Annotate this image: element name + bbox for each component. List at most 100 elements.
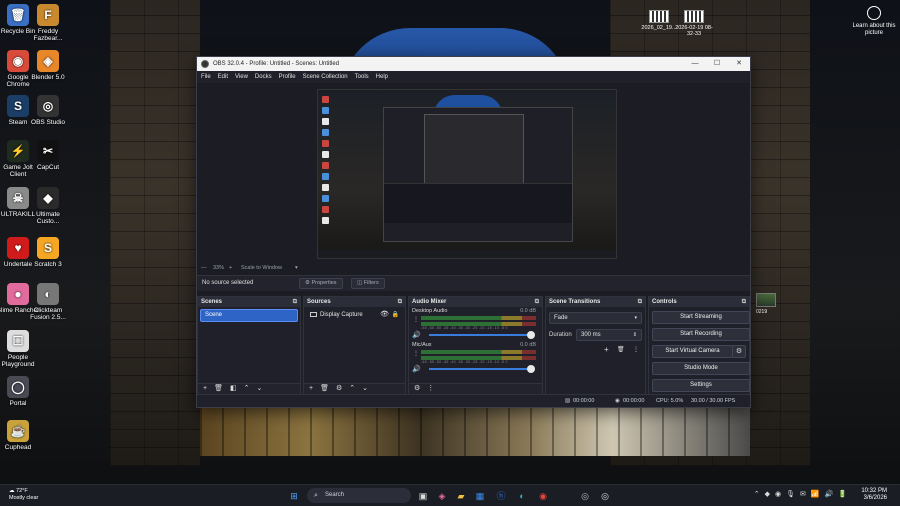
menu-help[interactable]: Help <box>376 71 388 83</box>
desktop-icon-label: People Playground <box>1 354 35 368</box>
filter-icon[interactable]: ◧ <box>230 384 237 394</box>
remove-transition-button[interactable]: 🗑 <box>617 346 625 353</box>
remove-source-button[interactable]: 🗑 <box>320 384 329 394</box>
gear-icon[interactable]: ⚙ <box>732 345 746 358</box>
desktop-icon[interactable]: ◎ OBS Studio <box>26 95 70 126</box>
move-down-button[interactable]: ⌄ <box>256 384 262 394</box>
sources-title: Sources <box>307 299 331 305</box>
start-streaming-button[interactable]: Start Streaming <box>652 311 750 324</box>
task-view-icon[interactable]: ▣ <box>416 489 430 503</box>
move-up-button[interactable]: ⌃ <box>349 384 355 394</box>
undock-icon[interactable]: ⧉ <box>535 297 539 307</box>
wallpaper-floor <box>200 408 750 456</box>
windows-start-icon[interactable]: ⊞ <box>287 489 301 503</box>
advanced-audio-icon[interactable]: ⚙ <box>414 384 420 394</box>
app-icon: ◐ <box>37 283 59 305</box>
obs-active-taskbar-icon[interactable]: ◎ <box>598 489 612 503</box>
start-recording-button[interactable]: Start Recording <box>652 328 750 341</box>
desktop-icon[interactable]: F Freddy Fazbear... <box>26 4 70 42</box>
learn-about-picture[interactable]: Learn about this picture <box>852 6 896 37</box>
copilot-icon[interactable]: ◈ <box>435 489 449 503</box>
properties-button[interactable]: ⚙ Properties <box>299 278 343 289</box>
clock[interactable]: 10:32 PM 3/6/2026 <box>861 488 887 502</box>
undock-icon[interactable]: ⧉ <box>398 297 402 307</box>
system-tray[interactable]: ⌃◆◉🎙✉📶🔊🔋 <box>754 490 852 498</box>
source-label: Display Capture <box>320 312 363 318</box>
filters-button[interactable]: ◫ Filters <box>351 278 385 289</box>
wallpaper-wall-left <box>110 0 200 466</box>
chrome-icon[interactable]: ◉ <box>536 489 550 503</box>
desktop-icon[interactable]: ◈ Blender 5.0 <box>26 50 70 81</box>
volume-meter <box>421 316 536 320</box>
settings-button[interactable]: Settings <box>652 379 750 392</box>
menu-edit[interactable]: Edit <box>218 71 228 83</box>
slider-knob[interactable] <box>527 365 535 373</box>
speaker-icon[interactable]: 🔊 <box>412 365 421 373</box>
scene-list-item[interactable]: Scene <box>200 309 298 322</box>
move-up-button[interactable]: ⌃ <box>244 384 250 394</box>
zoom-in-button[interactable]: + <box>229 263 232 273</box>
menu-docks[interactable]: Docks <box>255 71 272 83</box>
kebab-menu-icon[interactable]: ⋮ <box>427 384 434 394</box>
minimize-button[interactable]: — <box>684 57 706 71</box>
transition-select[interactable]: Fade ▾ <box>549 312 642 324</box>
desktop-icon[interactable]: S Scratch 3 <box>26 237 70 268</box>
add-transition-button[interactable]: + <box>604 345 609 354</box>
gear-icon[interactable]: ⚙ <box>336 384 342 394</box>
remove-scene-button[interactable]: 🗑 <box>214 384 223 394</box>
store-icon[interactable]: ▦ <box>473 489 487 503</box>
kebab-menu-icon[interactable]: ⋮ <box>413 350 419 357</box>
menu-file[interactable]: File <box>201 71 211 83</box>
obs-titlebar[interactable]: OBS 32.0.4 - Profile: Untitled - Scenes:… <box>197 57 750 71</box>
eye-icon[interactable]: 👁 <box>380 309 389 321</box>
undock-icon[interactable]: ⧉ <box>293 297 297 307</box>
start-virtual-camera-button[interactable]: Start Virtual Camera <box>652 345 733 358</box>
menu-tools[interactable]: Tools <box>355 71 369 83</box>
kebab-menu-icon[interactable]: ⋮ <box>633 346 639 353</box>
desktop-icon[interactable]: ☕ Cuphead <box>0 420 40 451</box>
menu-profile[interactable]: Profile <box>279 71 296 83</box>
record-status-icon: ◉ <box>615 398 620 404</box>
studio-mode-button[interactable]: Studio Mode <box>652 362 750 375</box>
kebab-menu-icon[interactable]: ⋮ <box>413 316 419 323</box>
volume-slider[interactable] <box>429 331 535 339</box>
edge-icon[interactable]: ◐ <box>515 489 529 503</box>
file-label: 2026-02-19 08-32-33 <box>675 25 713 37</box>
chevron-down-icon[interactable]: ▾ <box>295 263 298 273</box>
close-button[interactable]: ✕ <box>728 57 750 71</box>
stepper-icon[interactable]: ⇕ <box>633 330 637 340</box>
speaker-icon[interactable]: 🔊 <box>412 331 421 339</box>
desktop-icon[interactable]: ◆ Ultimate Custo... <box>26 187 70 225</box>
desktop-thumbnail[interactable] <box>756 293 776 307</box>
undock-icon[interactable]: ⧉ <box>638 297 642 307</box>
no-source-label: No source selected <box>202 280 254 286</box>
desktop-icon[interactable]: ◐ Clickteam Fusion 2.5... <box>26 283 70 321</box>
hp-icon[interactable]: ⓗ <box>494 489 508 503</box>
desktop-file-thumbnail[interactable]: 2026_02_19... <box>640 10 678 31</box>
desktop-icon[interactable]: ✂ CapCut <box>26 140 70 171</box>
desktop-icon[interactable]: ☐ People Playground <box>0 330 40 368</box>
duration-field[interactable]: 300 ms ⇕ <box>576 329 642 341</box>
add-scene-button[interactable]: + <box>203 384 207 394</box>
obs-taskbar-icon[interactable]: ◎ <box>578 489 592 503</box>
undock-icon[interactable]: ⧉ <box>742 297 746 307</box>
source-list-item[interactable]: Display Capture 👁 🔒 <box>306 309 403 321</box>
slider-knob[interactable] <box>527 331 535 339</box>
desktop-file-thumbnail[interactable]: 2026-02-19 08-32-33 <box>675 10 713 37</box>
move-down-button[interactable]: ⌄ <box>362 384 368 394</box>
taskbar-search[interactable]: ⌕ Search <box>307 488 411 503</box>
file-explorer-icon[interactable]: ▰ <box>454 489 468 503</box>
scale-mode[interactable]: Scale to Window <box>241 263 282 273</box>
menu-view[interactable]: View <box>235 71 248 83</box>
volume-slider[interactable] <box>429 365 535 373</box>
maximize-button[interactable]: ☐ <box>706 57 728 71</box>
desktop-icon[interactable]: ◯ Portal <box>0 376 40 407</box>
weather-widget[interactable]: ☁ 72°F Mostly clear <box>9 488 38 502</box>
zoom-out-button[interactable]: — <box>201 263 207 273</box>
scenes-header: Scenes ⧉ <box>198 297 300 307</box>
menu-scene-collection[interactable]: Scene Collection <box>303 71 348 83</box>
app-icon: ◆ <box>37 187 59 209</box>
add-source-button[interactable]: + <box>309 384 313 394</box>
preview-canvas[interactable] <box>317 89 617 259</box>
lock-icon[interactable]: 🔒 <box>392 309 399 321</box>
